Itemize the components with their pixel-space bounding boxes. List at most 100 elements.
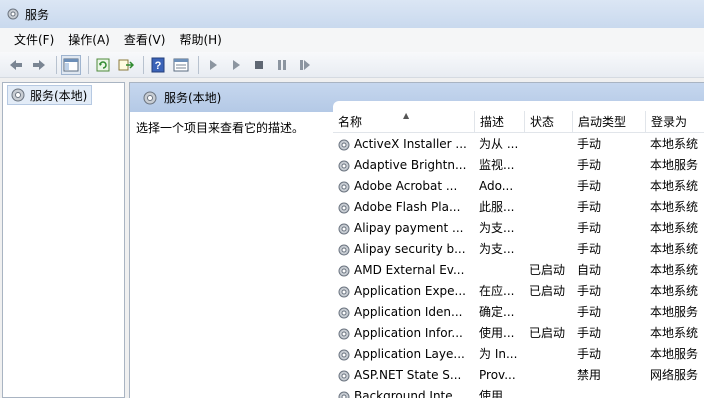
service-name: ASP.NET State S... [354,368,462,382]
service-startup-type: 自动 [577,263,602,277]
service-name-cell: ActiveX Installer ... [337,134,473,155]
service-startup-type: 手动 [577,242,602,256]
service-status [529,197,573,218]
start-alt-button[interactable] [226,55,246,75]
service-startup-type: 手动 [577,200,602,214]
show-console-tree-button[interactable] [61,54,81,75]
service-row[interactable]: ActiveX Installer ... 为从 ... 手动 本地系统 [333,134,704,155]
menu-action[interactable]: 操作(A) [62,30,116,50]
service-name-cell: Alipay security b... [337,239,473,260]
services-gear-icon [7,8,19,20]
forward-icon [33,59,45,70]
service-name: Application Iden... [354,305,463,319]
service-logon-as: 本地服务 [650,158,699,172]
column-header-logon-as[interactable]: 登录为 [646,111,704,133]
svg-text:?: ? [155,60,162,72]
service-startup-type: 手动 [577,158,602,172]
toolbar: ? [0,52,704,78]
service-name: Adobe Flash Pla... [354,200,461,214]
menu-view[interactable]: 查看(V) [118,30,172,50]
service-status [529,155,573,176]
export-list-button[interactable] [116,55,136,75]
service-name-cell: AMD External Ev... [337,260,473,281]
refresh-button[interactable] [93,55,113,75]
service-status [529,365,573,386]
service-status [529,302,573,323]
back-button[interactable] [6,55,26,75]
service-name-cell: ASP.NET State S... [337,365,473,386]
properties-button[interactable] [171,55,191,75]
service-row[interactable]: Background Inte... 使用... [333,386,704,398]
toolbar-separator [88,55,89,74]
service-startup-type: 禁用 [577,368,602,382]
service-row[interactable]: Alipay security b... 为支... 手动 本地系统 [333,239,704,260]
menu-bar: 文件(F) 操作(A) 查看(V) 帮助(H) [0,28,704,52]
help-button[interactable]: ? [148,55,168,75]
service-description [479,260,525,281]
service-row[interactable]: AMD External Ev... 已启动 自动 本地系统 [333,260,704,281]
restart-service-icon [300,59,310,70]
service-gear-icon [338,286,350,297]
forward-button[interactable] [29,55,49,75]
service-description: 在应... [479,284,515,298]
service-logon-as: 本地服务 [650,347,699,361]
menu-help[interactable]: 帮助(H) [173,30,227,50]
service-row[interactable]: Adobe Flash Pla... 此服... 手动 本地系统 [333,197,704,218]
service-description: Prov... [479,368,516,382]
service-row[interactable]: Adaptive Brightn... 监视... 手动 本地服务 [333,155,704,176]
service-startup-type: 手动 [577,326,602,340]
service-name-cell: Adobe Acrobat ... [337,176,473,197]
service-row[interactable]: ASP.NET State S... Prov... 禁用 网络服务 [333,365,704,386]
service-row[interactable]: Application Laye... 为 In... 手动 本地服务 [333,344,704,365]
service-logon-as: 本地服务 [650,305,699,319]
service-description: Ado... [479,179,514,193]
refresh-icon [96,58,110,71]
start-service-button[interactable] [203,55,223,75]
service-startup-type: 手动 [577,221,602,235]
column-header-startup-type[interactable]: 启动类型 [573,111,646,133]
restart-service-button[interactable] [295,55,315,75]
services-list: 名称 ▲ 描述 状态 启动类型 登录为 ActiveX Installer ..… [333,101,704,398]
console-tree-pane: 服务(本地) [2,82,125,398]
pause-service-icon [278,59,286,70]
service-description: 使用... [479,326,515,340]
service-name: Adaptive Brightn... [354,158,467,172]
service-gear-icon [338,160,350,171]
service-row[interactable]: Application Iden... 确定... 手动 本地服务 [333,302,704,323]
toolbar-separator [56,55,57,74]
service-startup-type: 手动 [577,305,602,319]
start-service-icon [210,59,217,70]
service-gear-icon [338,244,350,255]
service-row[interactable]: Application Expe... 在应... 已启动 手动 本地系统 [333,281,704,302]
pause-service-button[interactable] [272,55,292,75]
menu-file[interactable]: 文件(F) [8,30,60,50]
service-status: 已启动 [529,326,566,340]
service-name-cell: Application Iden... [337,302,473,323]
service-row[interactable]: Application Infor... 使用... 已启动 手动 本地系统 [333,323,704,344]
service-status [529,344,573,365]
tree-item-label: 服务(本地) [30,88,88,103]
service-row[interactable]: Alipay payment ... 为支... 手动 本地系统 [333,218,704,239]
column-header-status[interactable]: 状态 [525,111,573,133]
column-header-description[interactable]: 描述 [475,111,525,133]
column-header-name[interactable]: 名称 ▲ [333,111,475,133]
sort-ascending-icon: ▲ [403,111,410,120]
service-gear-icon [338,223,350,234]
service-row[interactable]: Adobe Acrobat ... Ado... 手动 本地系统 [333,176,704,197]
service-name: Adobe Acrobat ... [354,179,458,193]
stop-service-button[interactable] [249,55,269,75]
service-status [529,239,573,260]
service-name-cell: Application Expe... [337,281,473,302]
details-header-label: 服务(本地) [164,91,222,105]
tree-item-services-local[interactable]: 服务(本地) [7,85,93,105]
service-gear-icon [338,328,350,339]
service-logon-as [650,386,704,398]
service-gear-icon [338,307,350,318]
service-logon-as: 本地系统 [650,179,699,193]
properties-icon [173,58,189,71]
service-logon-as: 本地系统 [650,200,699,214]
start-alt-icon [233,59,240,70]
service-logon-as: 网络服务 [650,368,699,382]
service-name: Alipay security b... [354,242,466,256]
details-pane: 服务(本地) 选择一个项目来查看它的描述。 名称 ▲ 描述 状态 启动类型 登录… [129,82,704,398]
